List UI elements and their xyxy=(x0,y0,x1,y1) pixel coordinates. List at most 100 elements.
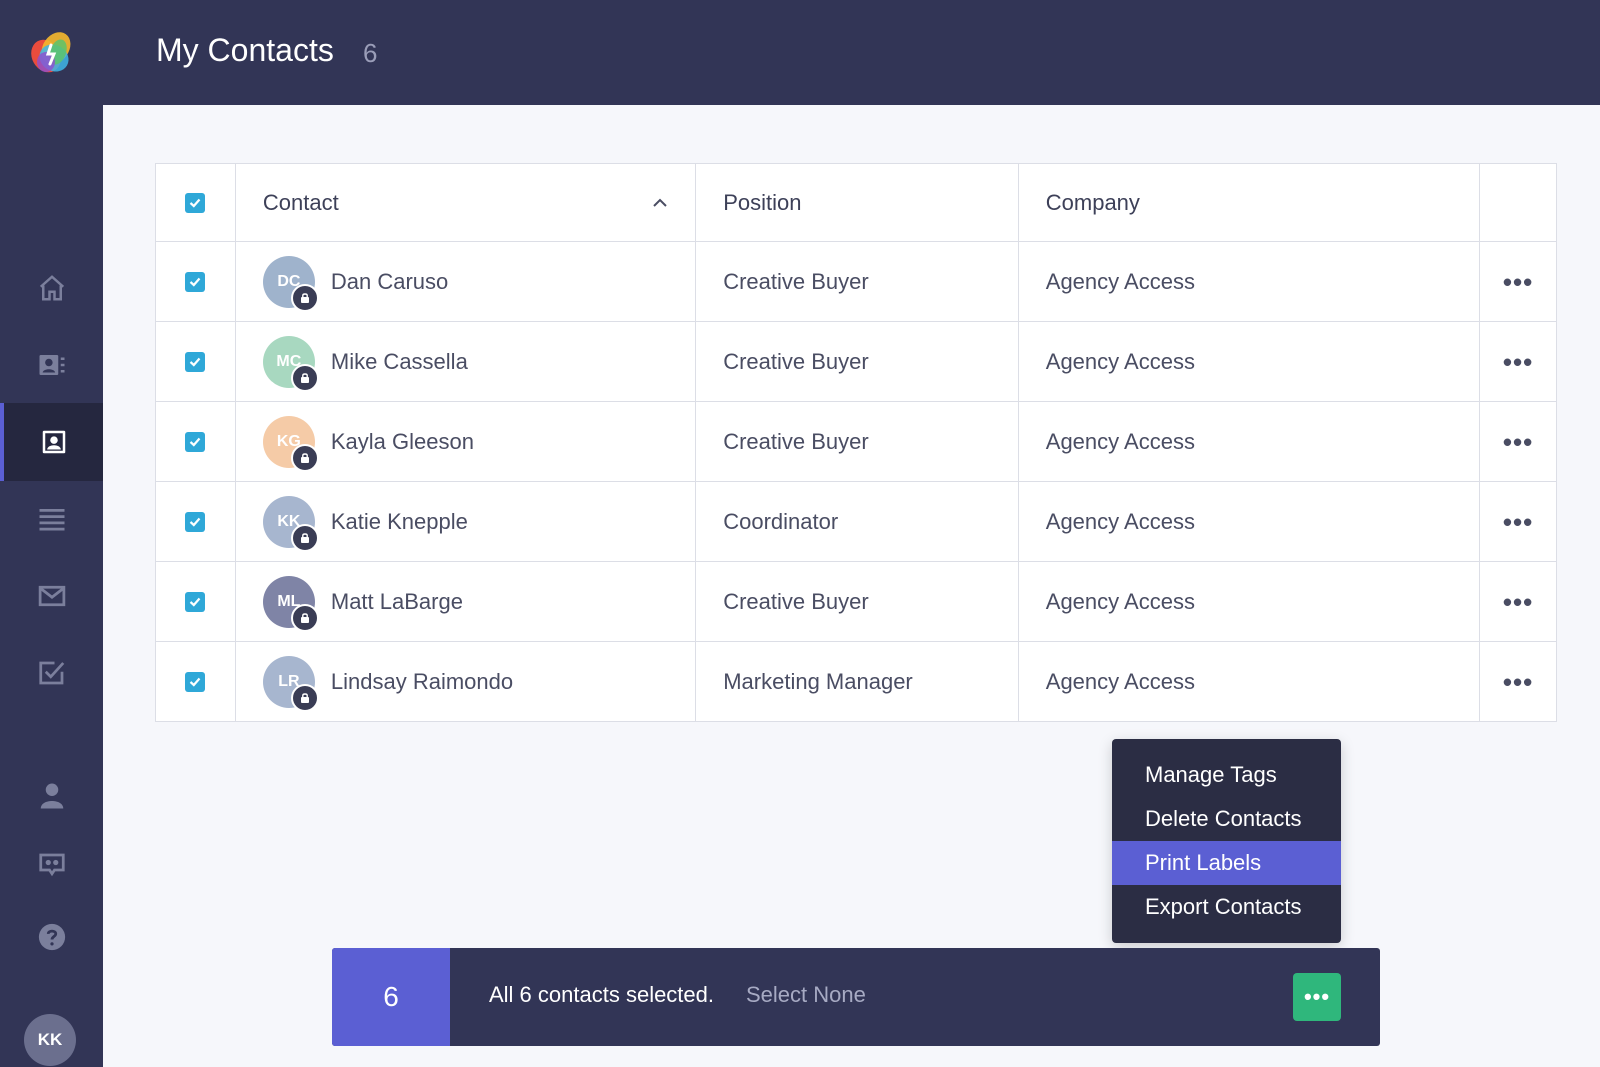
lock-icon xyxy=(290,683,319,712)
table-row[interactable]: KK Katie Knepple Coordinator Agency Acce… xyxy=(156,481,1556,561)
sidebar-item-tasks[interactable] xyxy=(0,634,103,712)
contact-cell: ML Matt LaBarge xyxy=(234,562,695,641)
menu-item-manage-tags[interactable]: Manage Tags xyxy=(1112,753,1341,797)
sidebar-item-contacts[interactable] xyxy=(0,326,103,404)
person-icon xyxy=(40,783,63,809)
contact-cell: LR Lindsay Raimondo xyxy=(234,642,695,721)
contact-cell: KG Kayla Gleeson xyxy=(234,402,695,481)
contact-name[interactable]: Mike Cassella xyxy=(331,349,468,375)
contact-position: Creative Buyer xyxy=(723,268,869,294)
menu-item-export-contacts[interactable]: Export Contacts xyxy=(1112,885,1341,929)
lock-icon xyxy=(290,523,319,552)
home-icon xyxy=(39,275,64,301)
check-icon xyxy=(190,597,201,607)
contact-name[interactable]: Lindsay Raimondo xyxy=(331,669,513,695)
task-check-icon xyxy=(38,661,64,685)
contacts-table: Contact Position Company DC Dan Caruso C… xyxy=(155,163,1557,722)
user-avatar[interactable]: KK xyxy=(24,1014,76,1066)
check-icon xyxy=(190,198,201,208)
check-icon xyxy=(190,357,201,367)
row-more-icon[interactable]: ••• xyxy=(1503,429,1533,455)
row-more-icon[interactable]: ••• xyxy=(1503,269,1533,295)
column-header-actions xyxy=(1479,164,1556,241)
column-header-contact[interactable]: Contact xyxy=(234,164,695,241)
contact-company: Agency Access xyxy=(1045,268,1195,294)
contact-cell: MC Mike Cassella xyxy=(234,322,695,401)
lock-icon xyxy=(290,283,319,312)
table-body: DC Dan Caruso Creative Buyer Agency Acce… xyxy=(156,241,1556,721)
sidebar-item-my-contacts[interactable] xyxy=(0,403,103,481)
table-row[interactable]: LR Lindsay Raimondo Marketing Manager Ag… xyxy=(156,641,1556,721)
check-icon xyxy=(190,277,201,287)
help-icon xyxy=(38,923,65,951)
contact-cell: DC Dan Caruso xyxy=(234,242,695,321)
menu-item-print-labels[interactable]: Print Labels xyxy=(1112,841,1341,885)
contact-name[interactable]: Dan Caruso xyxy=(331,269,448,295)
row-more-icon[interactable]: ••• xyxy=(1503,509,1533,535)
table-row[interactable]: KG Kayla Gleeson Creative Buyer Agency A… xyxy=(156,401,1556,481)
table-row[interactable]: ML Matt LaBarge Creative Buyer Agency Ac… xyxy=(156,561,1556,641)
row-checkbox[interactable] xyxy=(185,591,206,612)
table-row[interactable]: MC Mike Cassella Creative Buyer Agency A… xyxy=(156,321,1556,401)
column-header-label: Contact xyxy=(262,189,339,215)
sidebar-item-mail[interactable] xyxy=(0,557,103,635)
contact-avatar[interactable]: MC xyxy=(262,335,319,392)
page-title: My Contacts xyxy=(156,32,334,68)
mail-icon xyxy=(38,585,65,607)
row-checkbox[interactable] xyxy=(185,671,206,692)
contact-book-icon xyxy=(42,430,65,454)
contact-company: Agency Access xyxy=(1045,668,1195,694)
check-icon xyxy=(190,437,201,447)
selection-message: All 6 contacts selected. xyxy=(489,982,715,1007)
app-logo-icon[interactable] xyxy=(24,26,76,78)
sidebar-item-chat[interactable] xyxy=(0,826,103,904)
sidebar-item-help[interactable] xyxy=(0,898,103,976)
sort-ascending-icon[interactable] xyxy=(651,194,669,212)
contact-name[interactable]: Matt LaBarge xyxy=(331,589,463,615)
row-checkbox[interactable] xyxy=(185,351,206,372)
row-checkbox[interactable] xyxy=(185,511,206,532)
row-checkbox[interactable] xyxy=(185,271,206,292)
row-checkbox[interactable] xyxy=(185,431,206,452)
contact-avatar[interactable]: KG xyxy=(262,415,319,472)
column-header-label: Position xyxy=(723,189,802,215)
row-more-icon[interactable]: ••• xyxy=(1503,349,1533,375)
contact-avatar[interactable]: ML xyxy=(262,575,319,632)
sidebar-item-home[interactable] xyxy=(0,249,103,327)
sidebar: KK xyxy=(0,0,103,1067)
contact-avatar[interactable]: LR xyxy=(262,655,319,712)
menu-item-delete-contacts[interactable]: Delete Contacts xyxy=(1112,797,1341,841)
bulk-actions-menu: Manage Tags Delete Contacts Print Labels… xyxy=(1112,739,1341,943)
lock-icon xyxy=(290,363,319,392)
check-icon xyxy=(190,677,201,687)
contact-company: Agency Access xyxy=(1045,508,1195,534)
bulk-actions-button[interactable]: ••• xyxy=(1293,973,1341,1021)
row-more-icon[interactable]: ••• xyxy=(1503,589,1533,615)
column-header-label: Company xyxy=(1045,189,1140,215)
column-header-position[interactable]: Position xyxy=(695,164,1018,241)
contact-position: Creative Buyer xyxy=(723,348,869,374)
contact-name[interactable]: Katie Knepple xyxy=(331,509,468,535)
contact-company: Agency Access xyxy=(1045,428,1195,454)
contact-avatar[interactable]: KK xyxy=(262,495,319,552)
selected-count: 6 xyxy=(332,948,450,1046)
table-row[interactable]: DC Dan Caruso Creative Buyer Agency Acce… xyxy=(156,241,1556,321)
contact-position: Coordinator xyxy=(723,508,839,534)
column-header-company[interactable]: Company xyxy=(1017,164,1479,241)
contact-avatar[interactable]: DC xyxy=(262,255,319,312)
chat-icon xyxy=(38,853,65,877)
contact-name[interactable]: Kayla Gleeson xyxy=(331,429,474,455)
contact-position: Creative Buyer xyxy=(723,428,869,454)
page-header: My Contacts 6 xyxy=(103,0,1600,105)
select-none-link[interactable]: Select None xyxy=(746,982,866,1008)
list-icon xyxy=(39,509,64,531)
contact-card-icon xyxy=(39,355,64,375)
lock-icon xyxy=(290,603,319,632)
row-more-icon[interactable]: ••• xyxy=(1503,669,1533,695)
lock-icon xyxy=(290,443,319,472)
contact-company: Agency Access xyxy=(1045,588,1195,614)
contact-count: 6 xyxy=(363,38,378,68)
sidebar-item-lists[interactable] xyxy=(0,480,103,558)
select-all-checkbox[interactable] xyxy=(185,192,206,213)
sidebar-item-profile[interactable] xyxy=(0,757,103,835)
